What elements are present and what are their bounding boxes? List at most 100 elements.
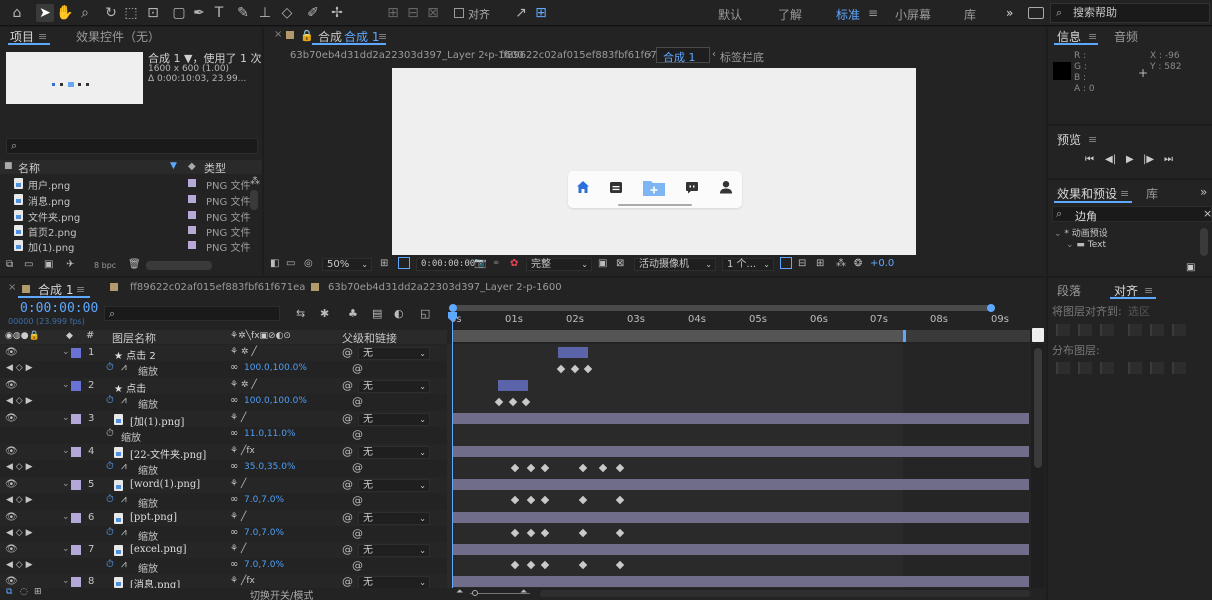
property-value[interactable]: 100.0,100.0% xyxy=(244,363,307,373)
zoom-in-icon[interactable]: ⏶ xyxy=(520,587,527,597)
monitor-icon[interactable]: ▭ xyxy=(286,258,295,269)
parent-dropdown[interactable]: 无 ⌄ xyxy=(358,512,430,525)
mask-icon[interactable]: ◎ xyxy=(304,258,313,269)
layer-name[interactable]: [加(1).png] xyxy=(130,413,184,428)
layer-label-color[interactable] xyxy=(71,381,81,391)
project-item[interactable]: 首页2.png PNG 文件 xyxy=(14,223,258,239)
stopwatch-icon[interactable]: ⏱ xyxy=(106,494,114,505)
layer-switches[interactable]: ⚘ ✲ ╱ xyxy=(230,347,257,357)
new-comp-icon[interactable]: ▣ xyxy=(44,259,53,270)
bpc-label[interactable]: 8 bpc xyxy=(94,261,116,270)
tree-text-folder[interactable]: ⌄ ▬ Text xyxy=(1066,240,1106,250)
transparency-grid-icon[interactable]: ⊠ xyxy=(616,258,624,269)
tab-paragraph[interactable]: 段落 xyxy=(1057,282,1081,299)
work-area-start-handle[interactable] xyxy=(449,304,457,312)
timeline-search-input[interactable]: ⌕ xyxy=(104,306,280,321)
workspace-default[interactable]: 默认 xyxy=(718,6,742,23)
distribute-bottom-icon[interactable] xyxy=(1100,362,1114,374)
pickwhip-icon[interactable]: @ xyxy=(342,478,353,491)
flowchart-icon[interactable]: ⁂ xyxy=(836,258,846,269)
align-right-icon[interactable] xyxy=(1100,324,1114,336)
pickwhip-icon[interactable]: @ xyxy=(352,559,363,572)
zoom-slider-thumb[interactable] xyxy=(472,590,478,596)
distribute-right-icon[interactable] xyxy=(1172,362,1186,374)
puppet-tool-icon[interactable]: ✢ xyxy=(328,4,346,22)
align-left-icon[interactable] xyxy=(1056,324,1070,336)
project-menu-icon[interactable]: ≡ xyxy=(38,30,47,43)
selection-tool-icon[interactable]: ➤ xyxy=(36,4,54,22)
composition-canvas[interactable] xyxy=(392,68,916,255)
property-row[interactable]: ⏱ 缩放 ∞ 11.0,11.0% @ xyxy=(0,427,447,444)
timeline-v-scrollbar[interactable] xyxy=(1031,344,1045,588)
new-folder-icon[interactable]: ▭ xyxy=(24,259,33,270)
layer-name[interactable]: [消息.png] xyxy=(130,576,180,588)
render-time-icon[interactable]: ⧉ xyxy=(6,587,12,597)
delete-icon[interactable]: 🗑 xyxy=(128,259,141,270)
twirl-open-icon[interactable]: ⌄ xyxy=(62,576,70,586)
stamp-tool-icon[interactable]: ⊥ xyxy=(256,4,274,22)
breadcrumb-tabbar[interactable]: 标签栏底 xyxy=(720,49,764,65)
layer-label-color[interactable] xyxy=(71,414,81,424)
constrain-link-icon[interactable]: ∞ xyxy=(230,362,238,373)
stopwatch-icon[interactable]: ⏱ xyxy=(106,461,114,472)
layer-switches-toggle-icon[interactable]: ◌ xyxy=(20,587,28,597)
stopwatch-icon[interactable]: ⏱ xyxy=(106,395,114,406)
property-row[interactable]: ◀ ◇ ▶ ⏱ ⩘ 缩放 ∞ 35.0,35.0% @ xyxy=(0,460,447,477)
pen-tool-icon[interactable]: ✒ xyxy=(190,4,208,22)
twirl-open-icon[interactable]: ⌄ xyxy=(62,544,70,554)
region-of-interest-icon[interactable] xyxy=(398,257,410,269)
stopwatch-icon[interactable]: ⏱ xyxy=(106,428,114,439)
layer-name[interactable]: [ppt.png] xyxy=(130,512,177,523)
timeline-icon[interactable]: ⊞ xyxy=(816,258,824,269)
always-preview-icon[interactable]: ◧ xyxy=(270,258,279,269)
layer-switches[interactable]: ⚘ ╱ xyxy=(230,479,246,489)
close-tab-icon[interactable]: × xyxy=(274,29,282,40)
timeline-h-scrollbar[interactable] xyxy=(540,590,1030,597)
col-name[interactable]: 名称 xyxy=(18,160,40,176)
last-frame-icon[interactable]: ⏭ xyxy=(1164,154,1173,165)
zoom-dropdown[interactable]: 50% ⌄ xyxy=(322,258,372,271)
property-row[interactable]: ◀ ◇ ▶ ⏱ ⩘ 缩放 ∞ 7.0,7.0% @ xyxy=(0,526,447,543)
stopwatch-icon[interactable]: ⏱ xyxy=(106,527,114,538)
property-row[interactable]: ◀ ◇ ▶ ⏱ ⩘ 缩放 ∞ 100.0,100.0% @ xyxy=(0,394,447,411)
keyframe-nav[interactable]: ◀ ◇ ▶ xyxy=(6,462,33,472)
align-menu-icon[interactable]: ≡ xyxy=(1144,284,1153,297)
timeline-timecode[interactable]: 0:00:00:00 xyxy=(20,301,98,316)
keyframe-nav[interactable]: ◀ ◇ ▶ xyxy=(6,528,33,538)
parent-dropdown[interactable]: 无 ⌄ xyxy=(358,347,430,360)
visibility-eye-icon[interactable]: 👁 xyxy=(5,544,18,555)
parent-dropdown[interactable]: 无 ⌄ xyxy=(358,380,430,393)
more-panels-button[interactable]: » xyxy=(1200,185,1207,199)
col-parent[interactable]: 父级和链接 xyxy=(342,330,397,346)
tab-audio[interactable]: 音频 xyxy=(1114,28,1138,45)
col-type[interactable]: 类型 xyxy=(204,160,226,176)
distribute-left-icon[interactable] xyxy=(1128,362,1142,374)
workspace-toggle-icon[interactable] xyxy=(1028,7,1044,19)
preview-menu-icon[interactable]: ≡ xyxy=(1088,133,1097,146)
viewer-menu-icon[interactable]: ≡ xyxy=(378,30,387,43)
property-value[interactable]: 100.0,100.0% xyxy=(244,396,307,406)
project-scrollbar[interactable] xyxy=(250,190,258,210)
pickwhip-icon[interactable]: @ xyxy=(352,494,363,507)
property-row[interactable]: ◀ ◇ ▶ ⏱ ⩘ 缩放 ∞ 100.0,100.0% @ xyxy=(0,361,447,378)
3d-view-icon[interactable] xyxy=(780,257,792,269)
play-icon[interactable]: ▶ xyxy=(1126,154,1134,165)
tree-animation-presets[interactable]: ⌄ * 动画预设 xyxy=(1054,226,1108,239)
twirl-open-icon[interactable]: ⌄ xyxy=(62,347,70,357)
parent-dropdown[interactable]: 无 ⌄ xyxy=(358,479,430,492)
fast-preview-icon[interactable]: ▣ xyxy=(598,258,607,269)
effects-scrollbar[interactable] xyxy=(1200,228,1208,256)
eraser-tool-icon[interactable]: ◇ xyxy=(278,4,296,22)
pickwhip-icon[interactable]: @ xyxy=(352,527,363,540)
comp-flowchart-icon[interactable]: ⇆ xyxy=(296,307,305,320)
distribute-vcenter-icon[interactable] xyxy=(1078,362,1092,374)
layer-duration-bar[interactable] xyxy=(453,576,1029,587)
layer-duration-bar[interactable] xyxy=(453,479,1029,490)
graph-icon[interactable]: ⩘ xyxy=(121,395,127,406)
layer-switches[interactable]: ⚘ ╱fx xyxy=(230,446,255,456)
zoom-out-icon[interactable]: ⏶ xyxy=(456,587,463,597)
twirl-open-icon[interactable]: ⌄ xyxy=(62,512,70,522)
lock-icon[interactable]: 🔒 xyxy=(300,29,314,42)
clear-search-icon[interactable]: × xyxy=(1203,207,1212,220)
first-frame-icon[interactable]: ⏮ xyxy=(1085,154,1094,165)
